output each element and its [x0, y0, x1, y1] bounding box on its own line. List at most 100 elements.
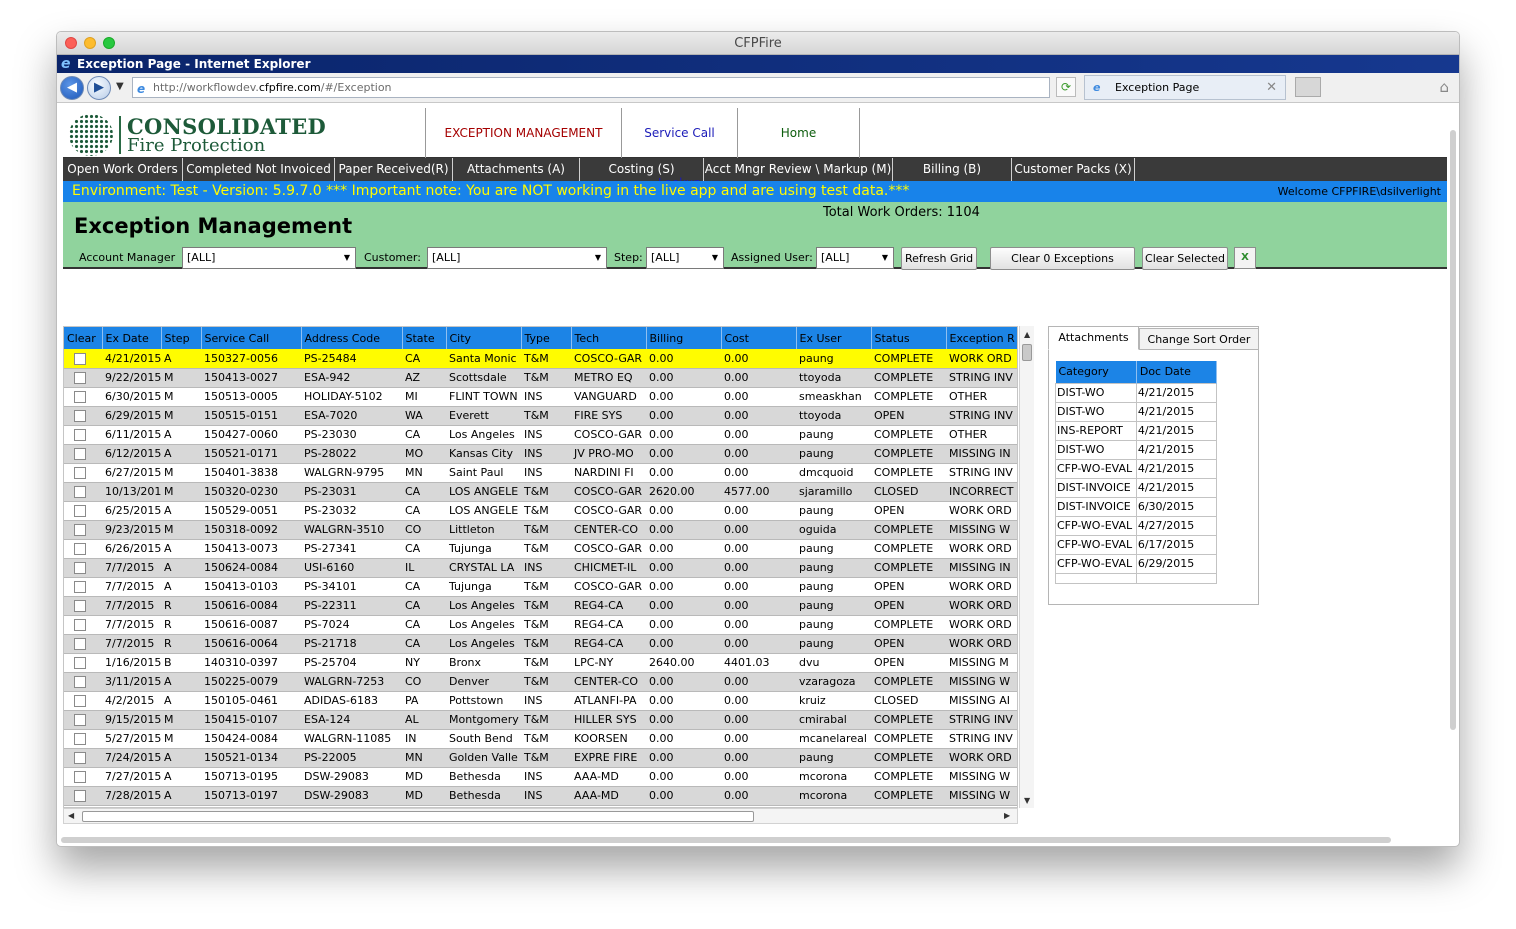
cell-service-call[interactable]: 150413-0103 — [201, 577, 301, 597]
table-row[interactable]: 9/22/2015 M 150413-0027 ESA-942 AZ Scottsdale… — [64, 368, 1017, 388]
clear-checkbox[interactable] — [74, 352, 86, 365]
clear-checkbox[interactable] — [74, 524, 86, 536]
clear-checkbox[interactable] — [74, 600, 86, 612]
list-item[interactable]: INS-REPORT 4/21/2015 — [1055, 420, 1218, 441]
nav-exception-management[interactable]: EXCEPTION MANAGEMENT — [426, 108, 622, 158]
customer-select[interactable]: [ALL] ▼ — [427, 247, 607, 269]
table-row[interactable]: 7/7/2015 R 150616-0084 PS-22311 CA Los Angele… — [64, 596, 1017, 616]
cell-service-call[interactable]: 150318-0092 — [201, 520, 301, 540]
scroll-up-icon[interactable]: ▲ — [1024, 330, 1030, 339]
scroll-right-icon[interactable]: ▶ — [1004, 811, 1010, 820]
list-item[interactable]: DIST-WO 4/21/2015 — [1055, 439, 1218, 460]
cell-service-call[interactable]: 150624-0084 — [201, 558, 301, 578]
table-row[interactable]: 7/7/2015 A 150624-0084 USI-6160 IL CRYSTAL LA… — [64, 558, 1017, 578]
column-header-state[interactable]: State — [402, 327, 447, 349]
window-horizontal-scrollbar[interactable] — [57, 835, 1397, 845]
list-item[interactable]: DIST-WO 4/21/2015 — [1055, 382, 1218, 403]
table-row[interactable]: 6/30/2015 M 150513-0005 HOLIDAY-5102 MI FLINT… — [64, 387, 1017, 407]
table-row[interactable]: 5/27/2015 M 150424-0084 WALGRN-11085 IN South… — [64, 729, 1017, 749]
cell-service-call[interactable]: 150413-0073 — [201, 539, 301, 559]
clear-checkbox[interactable] — [74, 771, 86, 783]
clear-checkbox[interactable] — [74, 372, 86, 384]
clear-checkbox[interactable] — [74, 676, 86, 688]
clear-selected-button[interactable]: Clear Selected — [1142, 247, 1228, 270]
cell-service-call[interactable]: 150521-0171 — [201, 444, 301, 464]
menu-paper-received[interactable]: Paper Received(R) — [335, 158, 453, 181]
column-header-clear[interactable]: Clear — [64, 327, 103, 349]
list-item[interactable]: DIST-WO 4/21/2015 — [1055, 401, 1218, 422]
list-item[interactable]: DIST-INVOICE 6/30/2015 — [1055, 496, 1218, 517]
list-item[interactable]: CFP-WO-EVAL 6/17/2015 — [1055, 534, 1218, 555]
menu-attachments[interactable]: Attachments (A) — [453, 158, 580, 181]
cell-service-call[interactable]: 140310-0397 — [201, 653, 301, 673]
table-row[interactable]: 9/23/2015 M 150318-0092 WALGRN-3510 CO Little… — [64, 520, 1017, 540]
refresh-icon[interactable]: ⟳ — [1056, 77, 1076, 97]
browser-tab[interactable]: e Exception Page ✕ — [1084, 75, 1286, 100]
address-bar[interactable]: e http://workflowdev.cfpfire.com/#/Excep… — [132, 77, 1124, 100]
clear-checkbox[interactable] — [74, 562, 86, 574]
scroll-left-icon[interactable]: ◀ — [68, 811, 74, 820]
cell-service-call[interactable]: 150320-0230 — [201, 482, 301, 502]
clear-checkbox[interactable] — [74, 543, 86, 555]
zoom-window-button[interactable] — [103, 37, 115, 49]
cell-service-call[interactable]: 150401-3838 — [201, 463, 301, 483]
table-row[interactable]: 6/12/2015 A 150521-0171 PS-28022 MO Kansas Ci… — [64, 444, 1017, 464]
table-row[interactable]: 7/28/2015 A 150713-0197 DSW-29083 MD Bethesda… — [64, 786, 1017, 806]
menu-customer-packs[interactable]: Customer Packs (X) — [1012, 158, 1135, 181]
table-row[interactable]: 6/25/2015 A 150529-0051 PS-23032 CA LOS ANGEL… — [64, 501, 1017, 521]
cell-service-call[interactable]: 150105-0461 — [201, 691, 301, 711]
table-row[interactable]: 7/7/2015 R 150616-0064 PS-21718 CA Los Angele… — [64, 634, 1017, 654]
cell-service-call[interactable]: 150713-0197 — [201, 786, 301, 806]
column-header-ex-date[interactable]: Ex Date — [102, 327, 162, 349]
back-icon[interactable]: ◀ — [60, 76, 84, 100]
step-select[interactable]: [ALL] ▼ — [646, 247, 724, 269]
close-window-button[interactable] — [65, 37, 77, 49]
column-header-ex-user[interactable]: Ex User — [796, 327, 872, 349]
home-icon[interactable]: ⌂ — [1439, 78, 1449, 96]
clear-checkbox[interactable] — [74, 581, 86, 593]
table-row[interactable]: 7/7/2015 R 150616-0087 PS-7024 CA Los Angeles… — [64, 615, 1017, 635]
column-header-tech[interactable]: Tech — [571, 327, 647, 349]
table-row[interactable]: 6/26/2015 A 150413-0073 PS-27341 CA Tujunga T&… — [64, 539, 1017, 559]
account-manager-select[interactable]: [ALL] ▼ — [182, 247, 356, 269]
table-row[interactable]: 4/2/2015 A 150105-0461 ADIDAS-6183 PA Pottsto… — [64, 691, 1017, 711]
clear-checkbox[interactable] — [74, 467, 86, 479]
cell-service-call[interactable]: 150415-0107 — [201, 710, 301, 730]
refresh-grid-button[interactable]: Refresh Grid — [901, 247, 977, 270]
clear-checkbox[interactable] — [74, 752, 86, 764]
table-row[interactable]: 7/7/2015 A 150413-0103 PS-34101 CA Tujunga T&M… — [64, 577, 1017, 597]
history-dropdown-icon[interactable]: ▼ — [116, 81, 124, 92]
cell-service-call[interactable]: 150413-0027 — [201, 368, 301, 388]
clear-exceptions-button[interactable]: Clear 0 Exceptions — [990, 247, 1135, 270]
cell-service-call[interactable]: 150225-0079 — [201, 672, 301, 692]
table-row[interactable]: 4/21/2015 A 150327-0056 PS-25484 CA Santa Mon… — [64, 349, 1017, 369]
company-logo[interactable]: CONSOLIDATED Fire Protection — [63, 108, 426, 158]
column-header-doc-date[interactable]: Doc Date — [1136, 361, 1218, 383]
clear-checkbox[interactable] — [74, 714, 86, 726]
cell-service-call[interactable]: 150327-0056 — [201, 349, 301, 369]
menu-acct-mngr-review[interactable]: Acct Mngr Review \ Markup (M) — [704, 158, 893, 181]
list-item[interactable]: CFP-WO-EVAL 4/21/2015 — [1055, 458, 1218, 479]
clear-checkbox[interactable] — [74, 790, 86, 802]
table-row[interactable]: 1/16/2015 B 140310-0397 PS-25704 NY Bronx T&M L… — [64, 653, 1017, 673]
window-vertical-scrollbar[interactable] — [1450, 130, 1456, 730]
column-header-type[interactable]: Type — [521, 327, 572, 349]
clear-checkbox[interactable] — [74, 733, 86, 745]
menu-billing[interactable]: Billing (B) — [893, 158, 1012, 181]
cell-service-call[interactable]: 150513-0005 — [201, 387, 301, 407]
new-tab-button[interactable] — [1295, 77, 1321, 97]
column-header-category[interactable]: Category — [1055, 361, 1137, 383]
column-header-exception-r[interactable]: Exception R — [946, 327, 1017, 349]
list-item[interactable]: CFP-WO-EVAL 4/27/2015 — [1055, 515, 1218, 536]
clear-checkbox[interactable] — [74, 429, 86, 441]
cell-service-call[interactable]: 150424-0084 — [201, 729, 301, 749]
table-row[interactable]: 10/13/201 M 150320-0230 PS-23031 CA LOS ANGEL… — [64, 482, 1017, 502]
scroll-thumb[interactable] — [1022, 344, 1032, 361]
scroll-thumb[interactable] — [82, 811, 754, 822]
list-item[interactable]: CFP-WO-EVAL 6/29/2015 — [1055, 553, 1218, 574]
column-header-status[interactable]: Status — [871, 327, 947, 349]
minimize-window-button[interactable] — [84, 37, 96, 49]
menu-completed-not-invoiced[interactable]: Completed Not Invoiced — [183, 158, 335, 181]
clear-checkbox[interactable] — [74, 448, 86, 460]
clear-checkbox[interactable] — [74, 638, 86, 650]
